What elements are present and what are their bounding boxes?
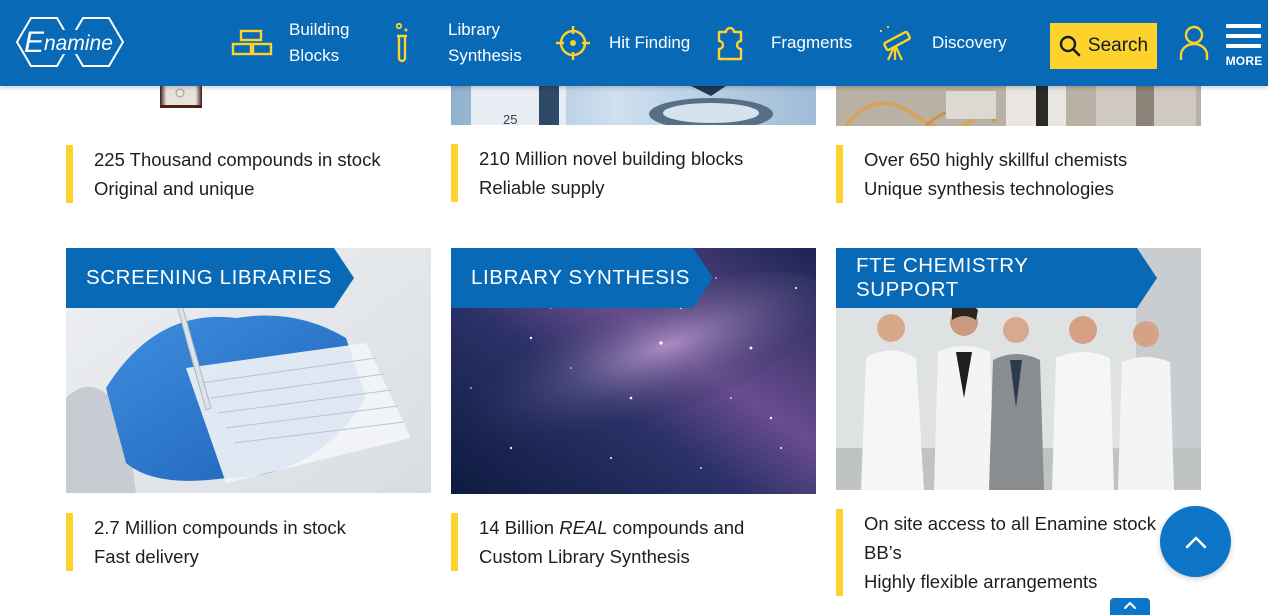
building-blocks-text: 210 Million novel building blocks Reliab… [451,144,743,202]
account-button[interactable] [1178,25,1210,61]
chevron-up-icon [1185,536,1206,548]
text-line: 210 Million novel building blocks [479,148,744,169]
nav-hit-finding-label: Hit Finding [609,33,691,52]
real-emphasis: REAL [559,517,608,538]
logo-wordmark: namine [44,32,113,55]
text-part: 14 Billion [479,517,560,538]
nav-discovery-label: Discovery [932,33,1007,52]
stock-compounds-image[interactable] [150,86,210,126]
nav-building-blocks[interactable]: Building Blocks [231,0,350,86]
nav-hit-finding[interactable]: Hit Finding [555,0,690,86]
search-icon [1059,35,1081,57]
screening-libraries-text: 2.7 Million compounds in stock Fast deli… [66,513,346,571]
nav-fragments-label: Fragments [771,33,853,52]
text-line: Custom Library Synthesis [479,546,690,567]
text-line: Highly flexible arrangements [864,571,1098,592]
logo-letter-e: E [24,26,45,59]
text-line: 2.7 Million compounds in stock [94,517,346,538]
library-synthesis-text: 14 Billion REAL compounds and Custom Lib… [451,513,744,571]
search-button-label: Search [1087,35,1149,56]
telescope-icon [880,26,911,61]
nav-discovery[interactable]: Discovery [876,0,1007,86]
text-line: Original and unique [94,178,255,199]
test-tube-icon [395,22,408,63]
chemists-image[interactable] [836,86,1201,126]
library-synthesis-title: LIBRARY SYNTHESIS [451,248,713,308]
building-blocks-image[interactable]: 25 [451,86,816,125]
more-menu-button[interactable]: MORE [1224,22,1264,68]
stock-compounds-text: 225 Thousand compounds in stock Original… [66,145,381,203]
svg-text:25: 25 [503,112,517,125]
text-line: 225 Thousand compounds in stock [94,149,381,170]
screening-libraries-title: SCREENING LIBRARIES [66,248,354,308]
crosshair-icon [556,26,590,60]
text-line: Reliable supply [479,177,605,198]
more-menu-label: MORE [1225,54,1263,68]
enamine-logo-mark: E namine [15,17,125,67]
text-line: Fast delivery [94,546,199,567]
nav-building-blocks-label: Building Blocks [289,20,350,65]
text-line: 14 Billion REAL compounds and [479,513,744,542]
chemists-text: Over 650 highly skillful chemists Unique… [836,145,1127,203]
nav-fragments[interactable]: Fragments [716,0,852,86]
text-line: BB’s [864,542,902,563]
chevron-up-icon [1124,601,1136,609]
scroll-to-top-button[interactable] [1160,506,1231,577]
user-icon [1179,25,1209,60]
bottle-image [150,86,210,126]
collapse-tab-button[interactable] [1110,598,1150,615]
search-button[interactable]: Search [1050,23,1157,69]
building-blocks-icon [231,29,273,56]
text-line: On site access to all Enamine stock [864,513,1157,534]
fte-chemistry-support-text: On site access to all Enamine stock BB’s… [836,509,1156,596]
text-line: Unique synthesis technologies [864,178,1114,199]
hamburger-icon-bar [1226,44,1261,48]
lab-equipment-image: 25 [451,86,816,125]
site-header: E namine Building Blocks Library Synthes… [0,0,1268,86]
fte-chemistry-support-title: FTE CHEMISTRY SUPPORT [836,248,1157,308]
text-part: compounds and [607,517,745,538]
nav-library-synthesis[interactable]: Library Synthesis [392,0,522,86]
hamburger-icon [1226,24,1261,28]
lab-bench-image [836,86,1201,126]
hamburger-icon-bar [1226,34,1261,38]
enamine-logo[interactable]: E namine [14,15,126,69]
nav-library-synthesis-label: Library Synthesis [448,20,522,65]
text-line: Over 650 highly skillful chemists [864,149,1128,170]
puzzle-piece-icon [717,26,743,61]
